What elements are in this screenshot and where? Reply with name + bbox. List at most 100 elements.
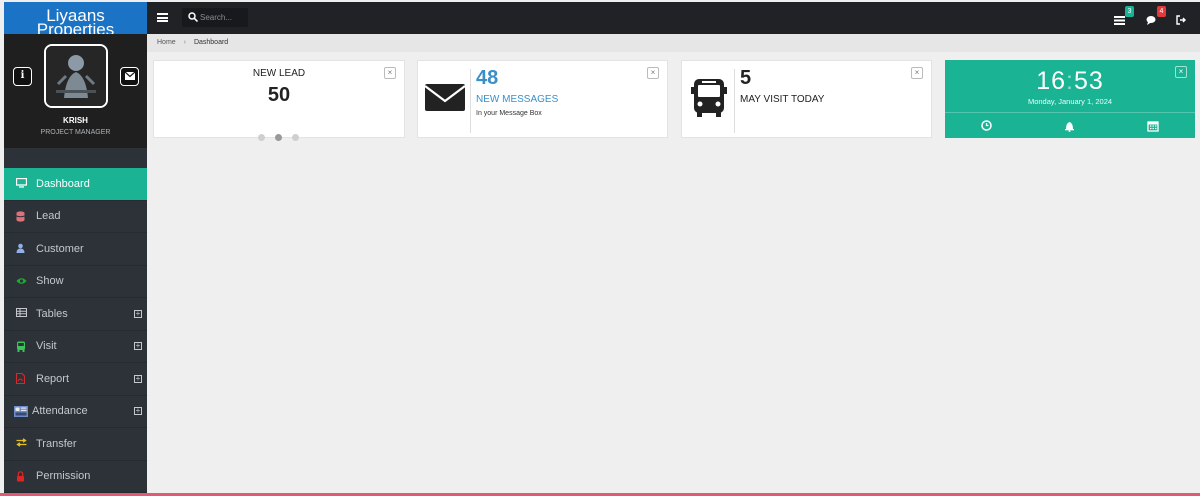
sidebar-nav: Dashboard Lead Customer Show Tables + Visit + Re… (4, 168, 147, 493)
clock-hours: 16 (1036, 67, 1067, 95)
comments-icon (1146, 16, 1156, 25)
envelope-icon (124, 71, 135, 80)
envelope-icon (424, 84, 466, 111)
messages-badge: 4 (1157, 6, 1166, 17)
sidebar-item-dashboard[interactable]: Dashboard (4, 168, 147, 201)
menu-toggle-icon[interactable] (157, 13, 168, 22)
close-button[interactable]: × (384, 67, 396, 79)
table-icon (16, 308, 27, 319)
clock-time: 16:53 (945, 67, 1195, 96)
avatar[interactable] (44, 44, 108, 108)
visits-count: 5 (740, 67, 752, 89)
clock-actions (945, 112, 1195, 138)
clock-separator: : (1066, 67, 1074, 95)
clock-icon (981, 120, 992, 131)
clock-minutes: 53 (1073, 67, 1104, 95)
widget-divider (470, 69, 471, 133)
messages-count: 48 (476, 67, 499, 89)
lock-icon (16, 470, 27, 482)
brand-logo[interactable]: Liyaans Properties (4, 2, 147, 34)
carousel-dot-active[interactable] (275, 134, 282, 141)
widget-divider (734, 69, 735, 133)
sidebar-item-label: Permission (36, 470, 91, 483)
close-button[interactable]: × (911, 67, 923, 79)
bell-icon (1065, 121, 1075, 132)
new-lead-title: NEW LEAD (252, 68, 306, 79)
sidebar-item-tables[interactable]: Tables + (4, 298, 147, 331)
search-icon (188, 12, 198, 22)
new-lead-value: 50 (267, 84, 291, 106)
calendar-icon (1147, 120, 1159, 132)
sidebar-item-label: Lead (36, 210, 61, 223)
sidebar-item-label: Tables (36, 307, 68, 320)
calendar-button[interactable] (1112, 113, 1195, 138)
monitor-icon (15, 178, 28, 189)
tasks-badge: 3 (1125, 6, 1134, 17)
messages-label: NEW MESSAGES (476, 94, 559, 105)
pdf-icon (15, 373, 27, 385)
sidebar-item-label: Report (36, 372, 70, 385)
new-lead-widget: NEW LEAD 50 × (153, 60, 405, 141)
clock-button[interactable] (945, 113, 1028, 138)
breadcrumb-current: Dashboard (193, 39, 229, 46)
notifications-button[interactable] (1028, 113, 1111, 138)
search-box[interactable] (182, 8, 248, 27)
profile-panel: i KRISH PROJECT MANAGER (4, 34, 147, 148)
clock-widget: 16:53 Monday, January 1, 2024 × (945, 60, 1195, 138)
close-button[interactable]: × (1175, 66, 1187, 78)
user-icon (16, 243, 27, 254)
database-icon (16, 211, 27, 222)
sidebar-item-label: Dashboard (36, 177, 90, 190)
expand-icon[interactable]: + (134, 309, 142, 318)
sidebar-item-label: Show (36, 275, 64, 288)
messages-button[interactable]: 4 (1146, 6, 1166, 25)
carousel-dots (258, 128, 309, 146)
info-icon: i (20, 70, 25, 81)
info-button[interactable]: i (13, 67, 32, 86)
sidebar-item-label: Attendance (32, 405, 88, 418)
carousel-dot[interactable] (292, 134, 299, 141)
eye-icon (16, 276, 27, 287)
messages-subtext: In your Message Box (476, 110, 542, 117)
sidebar-item-permission[interactable]: Permission (4, 461, 147, 493)
visits-label: MAY VISIT TODAY (740, 94, 825, 105)
carousel-dot[interactable] (258, 134, 265, 141)
close-button[interactable]: × (647, 67, 659, 79)
attendance-icon (14, 405, 28, 417)
sidebar: Liyaans Properties i KRISH PROJECT MANAG… (4, 2, 147, 494)
sidebar-item-transfer[interactable]: Transfer (4, 428, 147, 461)
tasks-button[interactable]: 3 (1114, 6, 1134, 25)
app-root: Liyaans Properties i KRISH PROJECT MANAG… (0, 0, 1200, 496)
breadcrumb: Home › Dashboard (147, 34, 1200, 52)
search-input[interactable] (200, 11, 244, 24)
messages-widget: 48 NEW MESSAGES In your Message Box × (417, 60, 668, 138)
brand-line-2: Properties (36, 20, 115, 34)
expand-icon[interactable]: + (134, 374, 142, 383)
visits-widget: 5 MAY VISIT TODAY × (681, 60, 932, 138)
expand-icon[interactable]: + (134, 407, 142, 416)
sidebar-item-attendance[interactable]: Attendance + (4, 396, 147, 428)
sidebar-item-visit[interactable]: Visit + (4, 331, 147, 363)
sidebar-item-show[interactable]: Show (4, 266, 147, 298)
sidebar-item-label: Customer (36, 242, 84, 255)
sidebar-item-report[interactable]: Report + (4, 363, 147, 396)
mail-button[interactable] (120, 67, 139, 86)
sidebar-item-lead[interactable]: Lead (4, 201, 147, 233)
sidebar-item-label: Visit (36, 340, 57, 353)
nav-spacer (4, 148, 147, 168)
sidebar-item-label: Transfer (36, 437, 77, 450)
clock-date: Monday, January 1, 2024 (1027, 97, 1113, 106)
exchange-icon (16, 438, 27, 449)
top-bar: 3 4 (147, 2, 1200, 34)
expand-icon[interactable]: + (134, 342, 142, 351)
sign-out-icon (1176, 15, 1186, 25)
breadcrumb-home[interactable]: Home (157, 39, 176, 46)
profile-role: PROJECT MANAGER (40, 129, 111, 136)
breadcrumb-separator: › (183, 39, 186, 46)
profile-name: KRISH (63, 116, 88, 125)
logout-button[interactable] (1176, 12, 1188, 25)
avatar-image (46, 46, 106, 106)
bus-icon (16, 341, 27, 352)
tasks-icon (1114, 16, 1125, 25)
sidebar-item-customer[interactable]: Customer (4, 233, 147, 266)
